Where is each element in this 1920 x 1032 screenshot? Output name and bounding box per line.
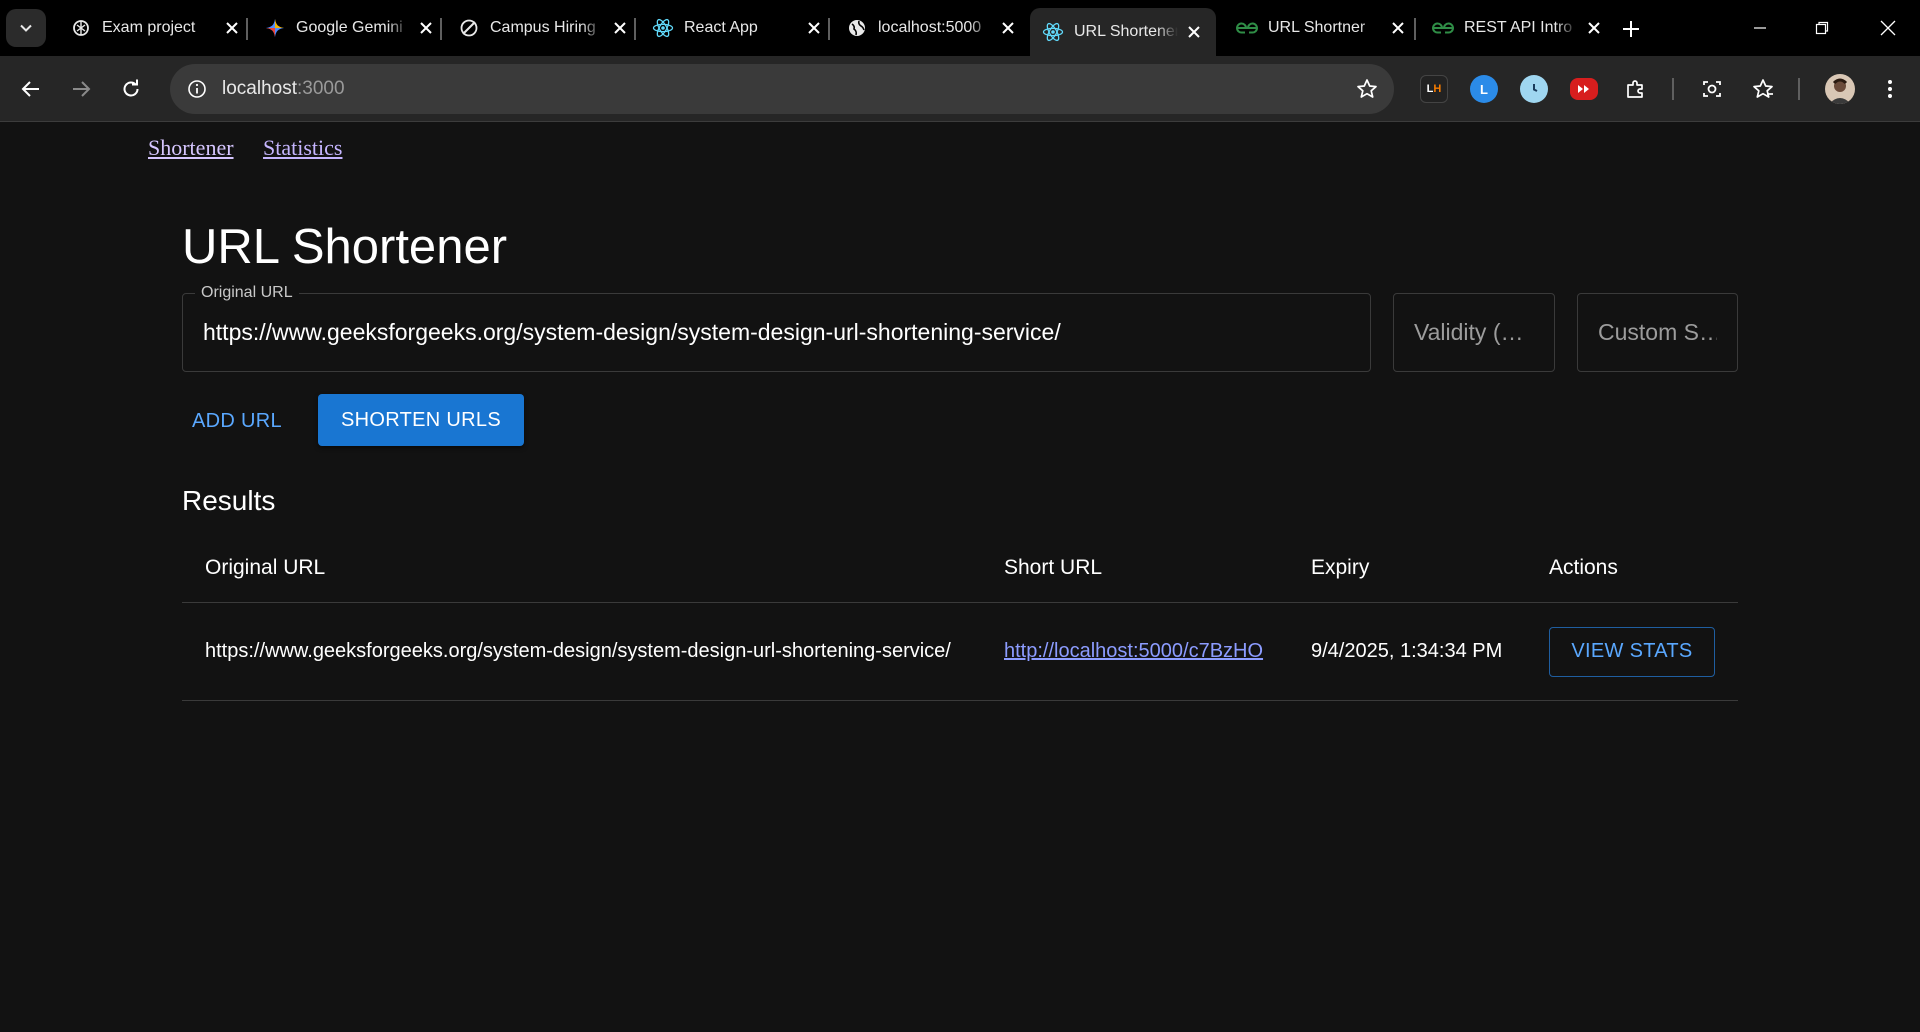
extensions-puzzle-icon[interactable] (1622, 75, 1650, 103)
page-title: URL Shortener (182, 220, 508, 274)
minimize-icon (1754, 27, 1766, 29)
lighthouse-extension-icon[interactable]: LH (1420, 75, 1448, 103)
cell-short-url: http://localhost:5000/c7BzHO (1004, 603, 1263, 700)
tab-rest-api-intro[interactable]: REST API Intro (1420, 8, 1616, 48)
address-text: localhost:3000 (222, 64, 345, 114)
chevron-down-icon (20, 24, 32, 32)
tab-react-app[interactable]: React App (640, 8, 836, 48)
tab-title: URL Shortener (1074, 23, 1178, 40)
close-icon[interactable] (608, 16, 632, 40)
custom-shortcode-input[interactable] (1578, 294, 1737, 371)
column-header-short-url: Short URL (1004, 555, 1103, 579)
custom-shortcode-field (1577, 293, 1738, 372)
address-host: localhost (222, 78, 297, 99)
restore-icon (1815, 21, 1829, 35)
close-icon[interactable] (1582, 16, 1606, 40)
address-port: :3000 (297, 78, 345, 99)
screenshot-lens-icon[interactable] (1698, 75, 1726, 103)
validity-field (1393, 293, 1555, 372)
openai-icon (70, 17, 92, 39)
restore-button[interactable] (1794, 8, 1850, 48)
tab-title: Exam project (102, 19, 196, 36)
tab-search-button[interactable] (6, 9, 46, 47)
cell-expiry: 9/4/2025, 1:34:34 PM (1311, 640, 1503, 662)
clock-extension-icon[interactable] (1520, 75, 1548, 103)
column-header-original-url: Original URL (205, 555, 326, 579)
react-icon (652, 17, 674, 39)
globe-icon (846, 17, 868, 39)
original-url-field: Original URL (182, 284, 1371, 372)
results-table: Original URL Short URL Expiry Actions ht… (182, 533, 1738, 701)
close-icon[interactable] (996, 16, 1020, 40)
bookmark-star-icon[interactable] (1352, 74, 1382, 104)
close-icon[interactable] (802, 16, 826, 40)
close-icon[interactable] (1386, 16, 1410, 40)
tab-title: localhost:5000 (878, 19, 982, 36)
tab-campus-hiring[interactable]: Campus Hiring (446, 8, 642, 48)
validity-input[interactable] (1394, 294, 1554, 371)
tab-divider (246, 18, 248, 40)
gfg-icon (1432, 17, 1454, 39)
minimize-button[interactable] (1732, 8, 1788, 48)
tab-divider (440, 18, 442, 40)
forward-button[interactable] (62, 70, 100, 108)
column-header-actions: Actions (1549, 555, 1618, 579)
add-url-button[interactable]: ADD URL (182, 395, 292, 447)
close-icon[interactable] (1182, 20, 1206, 44)
nav-link-statistics[interactable]: Statistics (263, 135, 342, 160)
reload-icon (123, 79, 139, 97)
cell-original-url: https://www.geeksforgeeks.org/system-des… (205, 640, 951, 662)
address-bar[interactable]: localhost:3000 (170, 64, 1394, 114)
site-info-icon[interactable] (184, 76, 210, 102)
cell-actions: VIEW STATS (1549, 603, 1715, 700)
tab-exam-project[interactable]: Exam project (58, 8, 254, 48)
browser-toolbar: localhost:3000 LH L (0, 56, 1920, 122)
close-icon (1880, 20, 1896, 36)
bookmarks-star-icon[interactable] (1749, 75, 1777, 103)
back-button[interactable] (12, 70, 50, 108)
nav-link-shortener[interactable]: Shortener (148, 135, 234, 160)
tab-title: URL Shortner (1268, 19, 1366, 36)
tab-divider (634, 18, 636, 40)
original-url-input[interactable] (183, 294, 1370, 371)
more-menu-icon[interactable] (1876, 75, 1904, 103)
react-icon (1042, 21, 1064, 43)
tab-divider (828, 18, 830, 40)
tab-title: REST API Intro (1464, 19, 1573, 36)
tab-title: React App (684, 19, 758, 36)
toolbar-divider (1798, 78, 1800, 100)
tab-divider (1414, 18, 1416, 40)
tab-url-shortner[interactable]: URL Shortner (1224, 8, 1420, 48)
reload-button[interactable] (112, 70, 150, 108)
tab-google-gemini[interactable]: Google Gemini (252, 8, 448, 48)
close-icon[interactable] (414, 16, 438, 40)
top-nav: Shortener Statistics (148, 135, 366, 161)
new-tab-button[interactable] (1612, 14, 1650, 44)
plus-icon (1623, 21, 1639, 37)
arrow-right-icon (73, 81, 91, 97)
toolbar-divider (1672, 78, 1674, 100)
short-url-link[interactable]: http://localhost:5000/c7BzHO (1004, 640, 1263, 663)
arrow-left-icon (21, 81, 39, 97)
profile-avatar[interactable] (1825, 74, 1855, 104)
column-header-expiry: Expiry (1311, 555, 1370, 579)
tab-title: Campus Hiring (490, 19, 596, 36)
table-header-row: Original URL Short URL Expiry Actions (182, 533, 1738, 603)
table-row: https://www.geeksforgeeks.org/system-des… (182, 603, 1738, 701)
tab-title: Google Gemini (296, 19, 403, 36)
close-icon[interactable] (220, 16, 244, 40)
gfg-icon (1236, 17, 1258, 39)
results-heading: Results (182, 485, 276, 516)
tab-localhost-5000[interactable]: localhost:5000 (834, 8, 1030, 48)
campus-icon (458, 17, 480, 39)
tab-strip: Exam project Google Gemini Campus Hiring… (0, 0, 1920, 56)
gemini-icon (264, 17, 286, 39)
shorten-urls-button[interactable]: SHORTEN URLS (318, 394, 524, 446)
youtube-extension-icon[interactable] (1570, 78, 1598, 100)
page-content: Shortener Statistics URL Shortener Origi… (0, 123, 1920, 1032)
leetcode-extension-icon[interactable]: L (1470, 75, 1498, 103)
tab-url-shortener[interactable]: URL Shortener (1030, 8, 1216, 56)
close-window-button[interactable] (1860, 8, 1916, 48)
view-stats-button[interactable]: VIEW STATS (1549, 626, 1715, 677)
